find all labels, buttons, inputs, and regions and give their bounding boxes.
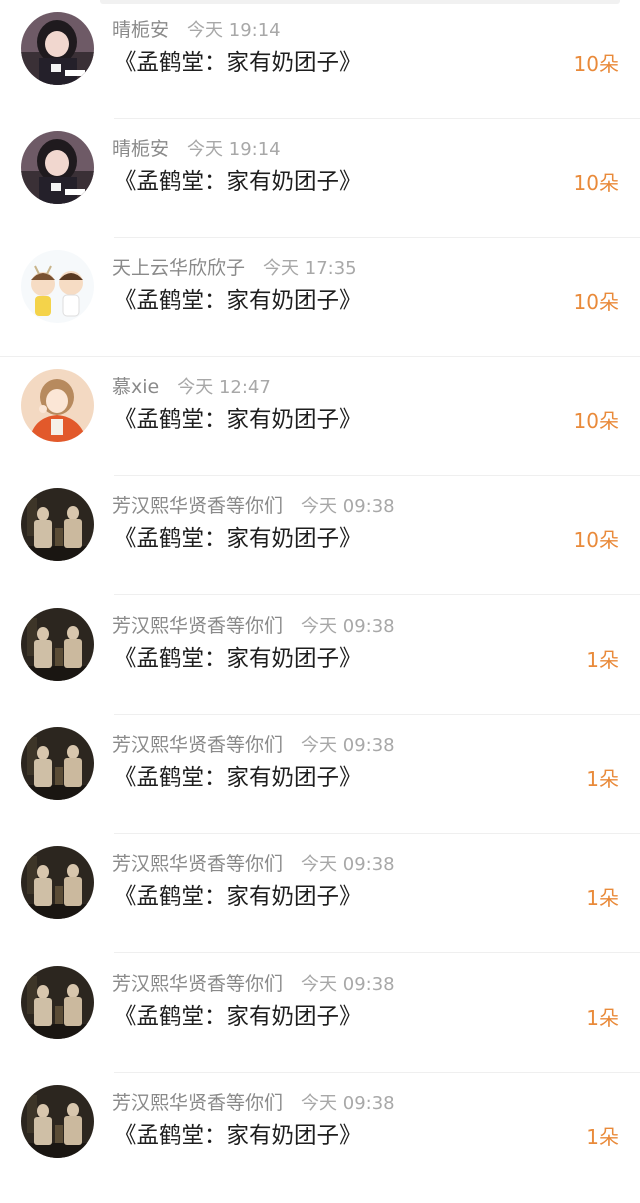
- flower-count: 10朵: [573, 290, 619, 314]
- sender-name[interactable]: 天上云华欣欣子 今天 17:35: [112, 256, 357, 281]
- stage-duo-avatar-icon: [21, 966, 94, 1039]
- list-item[interactable]: 晴栀安 今天 19:14 《孟鹤堂：家有奶团子》 10朵: [0, 0, 640, 119]
- send-time: 今天 09:38: [301, 854, 395, 875]
- cartoon-kids-avatar-icon: [21, 250, 94, 323]
- flower-count: 10朵: [573, 171, 619, 195]
- list-item[interactable]: 芳汉熙华贤香等你们 今天 09:38 《孟鹤堂：家有奶团子》 1朵: [0, 1073, 640, 1192]
- list-item[interactable]: 晴栀安 今天 19:14 《孟鹤堂：家有奶团子》 10朵: [0, 119, 640, 238]
- girl-dark-hair-avatar-icon: [21, 131, 94, 204]
- list-item[interactable]: 天上云华欣欣子 今天 17:35 《孟鹤堂：家有奶团子》 10朵: [0, 238, 640, 357]
- stage-duo-avatar-icon: [21, 608, 94, 681]
- list-item[interactable]: 芳汉熙华贤香等你们 今天 09:38 《孟鹤堂：家有奶团子》 1朵: [0, 954, 640, 1073]
- list-item[interactable]: 慕xie 今天 12:47 《孟鹤堂：家有奶团子》 10朵: [0, 357, 640, 476]
- send-time: 今天 09:38: [301, 974, 395, 995]
- work-title[interactable]: 《孟鹤堂：家有奶团子》: [114, 285, 362, 317]
- work-title[interactable]: 《孟鹤堂：家有奶团子》: [114, 523, 362, 555]
- flower-count: 1朵: [586, 648, 619, 672]
- work-title[interactable]: 《孟鹤堂：家有奶团子》: [114, 166, 362, 198]
- send-time: 今天 09:38: [301, 735, 395, 756]
- flower-count: 1朵: [586, 767, 619, 791]
- work-title[interactable]: 《孟鹤堂：家有奶团子》: [114, 47, 362, 79]
- sender-name[interactable]: 慕xie 今天 12:47: [112, 375, 271, 400]
- stage-duo-avatar-icon: [21, 727, 94, 800]
- avatar[interactable]: [21, 1085, 94, 1158]
- sender-name[interactable]: 晴栀安 今天 19:14: [112, 137, 281, 162]
- flower-count: 1朵: [586, 886, 619, 910]
- sender-name[interactable]: 芳汉熙华贤香等你们 今天 09:38: [112, 733, 395, 758]
- anime-boy-orange-avatar-icon: [21, 369, 94, 442]
- row-divider: [114, 952, 640, 953]
- flower-count: 1朵: [586, 1125, 619, 1149]
- flower-count: 1朵: [586, 1006, 619, 1030]
- gift-record-list: 晴栀安 今天 19:14 《孟鹤堂：家有奶团子》 10朵 晴栀安 今天 19:14 …: [0, 0, 640, 1203]
- sender-name[interactable]: 芳汉熙华贤香等你们 今天 09:38: [112, 852, 395, 877]
- work-title[interactable]: 《孟鹤堂：家有奶团子》: [114, 404, 362, 436]
- row-divider: [114, 594, 640, 595]
- work-title[interactable]: 《孟鹤堂：家有奶团子》: [114, 1001, 362, 1033]
- stage-duo-avatar-icon: [21, 488, 94, 561]
- list-item[interactable]: 芳汉熙华贤香等你们 今天 09:38 《孟鹤堂：家有奶团子》 1朵: [0, 596, 640, 715]
- list-item[interactable]: 芳汉熙华贤香等你们 今天 09:38 《孟鹤堂：家有奶团子》 1朵: [0, 715, 640, 834]
- work-title[interactable]: 《孟鹤堂：家有奶团子》: [114, 1120, 362, 1152]
- girl-dark-hair-avatar-icon: [21, 12, 94, 85]
- send-time: 今天 19:14: [187, 20, 281, 41]
- sender-name[interactable]: 芳汉熙华贤香等你们 今天 09:38: [112, 614, 395, 639]
- stage-duo-avatar-icon: [21, 846, 94, 919]
- avatar[interactable]: [21, 727, 94, 800]
- send-time: 今天 09:38: [301, 616, 395, 637]
- send-time: 今天 09:38: [301, 1093, 395, 1114]
- flower-count: 10朵: [573, 409, 619, 433]
- send-time: 今天 09:38: [301, 496, 395, 517]
- avatar[interactable]: [21, 131, 94, 204]
- list-item[interactable]: 芳汉熙华贤香等你们 今天 09:38 《孟鹤堂：家有奶团子》 1朵: [0, 834, 640, 953]
- send-time: 今天 17:35: [263, 258, 357, 279]
- sender-name[interactable]: 晴栀安 今天 19:14: [112, 18, 281, 43]
- work-title[interactable]: 《孟鹤堂：家有奶团子》: [114, 762, 362, 794]
- work-title[interactable]: 《孟鹤堂：家有奶团子》: [114, 881, 362, 913]
- avatar[interactable]: [21, 369, 94, 442]
- sender-name[interactable]: 芳汉熙华贤香等你们 今天 09:38: [112, 1091, 395, 1116]
- work-title[interactable]: 《孟鹤堂：家有奶团子》: [114, 643, 362, 675]
- send-time: 今天 12:47: [177, 377, 271, 398]
- sender-name[interactable]: 芳汉熙华贤香等你们 今天 09:38: [112, 972, 395, 997]
- avatar[interactable]: [21, 966, 94, 1039]
- flower-count: 10朵: [573, 528, 619, 552]
- list-item[interactable]: 芳汉熙华贤香等你们 今天 09:38 《孟鹤堂：家有奶团子》 10朵: [0, 476, 640, 595]
- sender-name[interactable]: 芳汉熙华贤香等你们 今天 09:38: [112, 494, 395, 519]
- stage-duo-avatar-icon: [21, 1085, 94, 1158]
- avatar[interactable]: [21, 250, 94, 323]
- avatar[interactable]: [21, 488, 94, 561]
- avatar[interactable]: [21, 12, 94, 85]
- send-time: 今天 19:14: [187, 139, 281, 160]
- avatar[interactable]: [21, 608, 94, 681]
- avatar[interactable]: [21, 846, 94, 919]
- flower-count: 10朵: [573, 52, 619, 76]
